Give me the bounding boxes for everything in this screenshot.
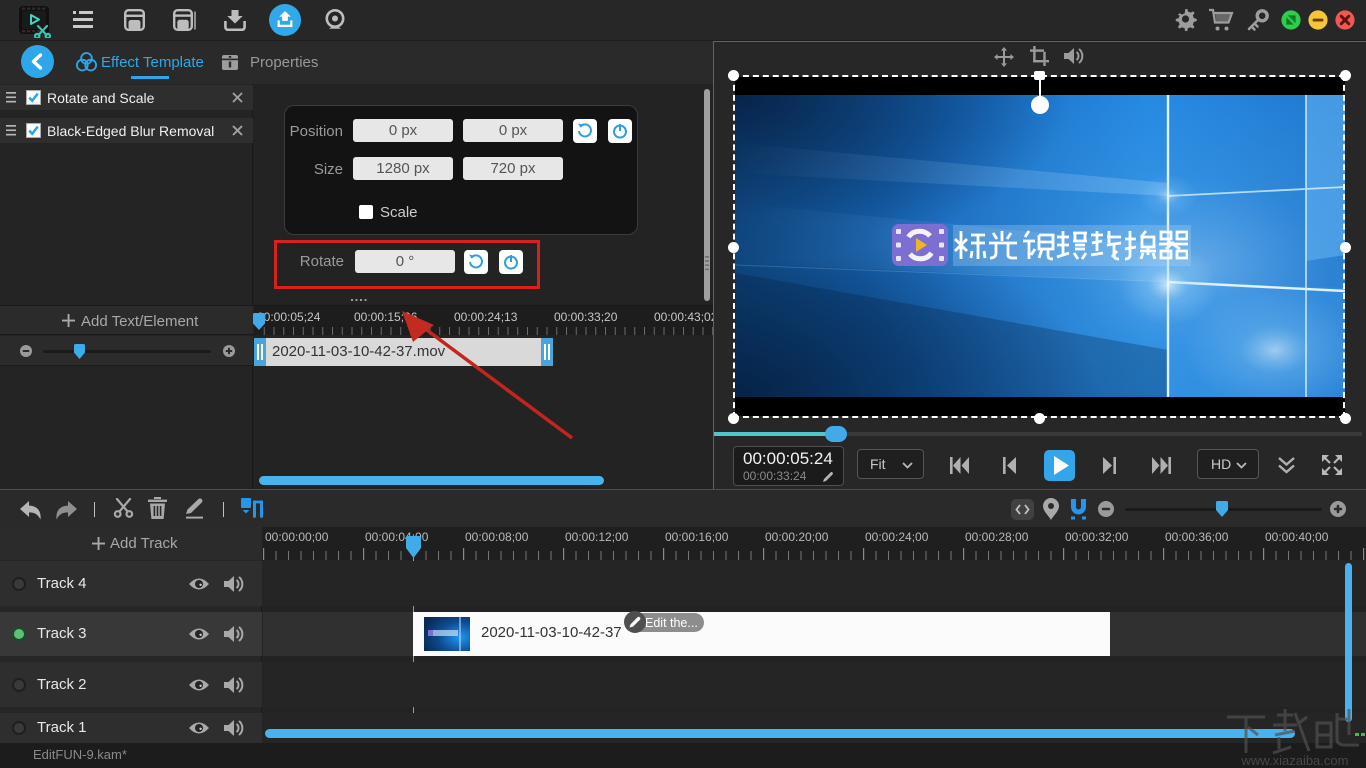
svg-text:www.xiazaiba.com: www.xiazaiba.com <box>1241 753 1349 768</box>
